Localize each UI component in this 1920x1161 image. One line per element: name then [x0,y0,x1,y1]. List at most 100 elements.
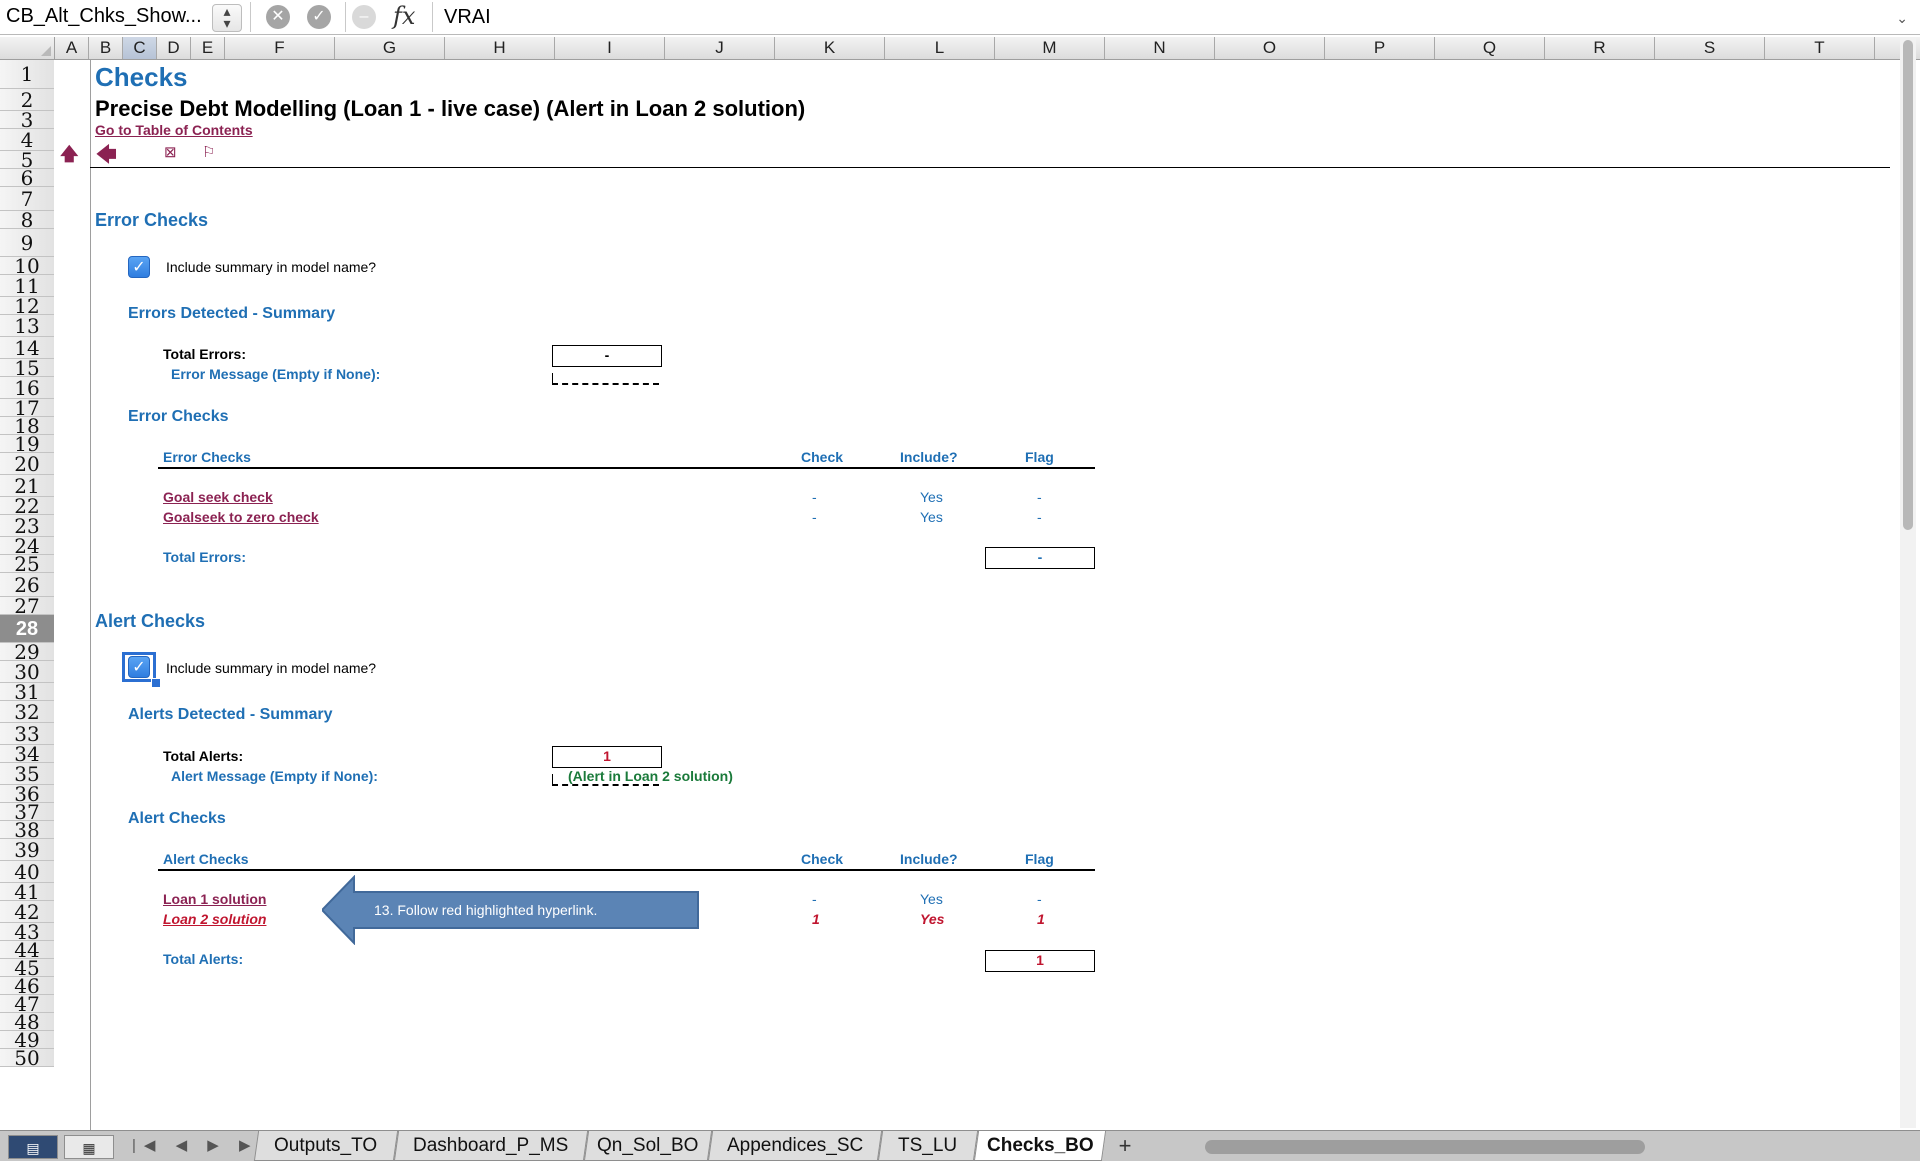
row-header-19[interactable]: 19 [0,435,54,453]
column-header-b[interactable]: B [89,37,123,59]
row-header-12[interactable]: 12 [0,297,54,315]
alert-item-link[interactable]: Loan 1 solution [163,891,266,907]
tab-dashboard-p-ms[interactable]: Dashboard_P_MS [393,1131,589,1161]
tab-qn-sol-bo[interactable]: Qn_Sol_BO [583,1131,713,1161]
alert-summary-checkbox[interactable]: ✓ [128,656,150,678]
column-header-m[interactable]: M [995,37,1105,59]
column-header-s[interactable]: S [1655,37,1765,59]
row-header-1[interactable]: 1 [0,60,54,89]
error-item-link[interactable]: Goal seek check [163,489,273,505]
row-header-34[interactable]: 34 [0,745,54,763]
row-header-36[interactable]: 36 [0,785,54,803]
column-header-e[interactable]: E [191,37,225,59]
error-table-total-value[interactable]: - [985,547,1095,569]
error-summary-checkbox[interactable]: ✓ [128,256,150,278]
fill-handle[interactable] [151,678,161,688]
row-header-3[interactable]: 3 [0,111,54,129]
row-header-33[interactable]: 33 [0,723,54,745]
tab-navigation-buttons[interactable]: |◀ ◀ ▶ ▶| [132,1131,270,1161]
toc-link[interactable]: Go to Table of Contents [95,122,253,138]
row-header-4[interactable]: 4 [0,129,54,151]
row-header-29[interactable]: 29 [0,643,54,661]
total-alerts-value[interactable]: 1 [552,746,662,768]
row-header-17[interactable]: 17 [0,399,54,417]
row-header-16[interactable]: 16 [0,377,54,399]
column-header-r[interactable]: R [1545,37,1655,59]
normal-view-icon[interactable]: ▤ [8,1135,58,1159]
alert-item-link-highlighted[interactable]: Loan 2 solution [163,911,266,927]
cancel-icon[interactable]: ✕ [266,5,290,29]
column-header-t[interactable]: T [1765,37,1875,59]
row-header-35[interactable]: 35 [0,763,54,785]
fx-icon[interactable]: fx [393,0,415,34]
column-header-i[interactable]: I [555,37,665,59]
error-message-field[interactable] [552,373,659,385]
row-header-43[interactable]: 43 [0,923,54,941]
row-header-26[interactable]: 26 [0,573,54,597]
row-header-47[interactable]: 47 [0,995,54,1013]
row-header-6[interactable]: 6 [0,169,54,187]
back-arrow-icon[interactable]: 🡄 [96,140,117,174]
alert-table-total-value[interactable]: 1 [985,950,1095,972]
function-wizard-icon[interactable]: – [352,5,376,29]
row-header-49[interactable]: 49 [0,1031,54,1049]
row-header-18[interactable]: 18 [0,417,54,435]
tab-checks-bo[interactable]: Checks_BO [973,1131,1107,1161]
row-header-45[interactable]: 45 [0,959,54,977]
row-header-38[interactable]: 38 [0,821,54,839]
row-header-37[interactable]: 37 [0,803,54,821]
row-header-20[interactable]: 20 [0,453,54,475]
up-arrow-icon[interactable]: 🡅 [60,142,79,172]
tab-outputs-to[interactable]: Outputs_TO [253,1131,399,1161]
column-header-h[interactable]: H [445,37,555,59]
row-header-7[interactable]: 7 [0,187,54,211]
tab-appendices-sc[interactable]: Appendices_SC [707,1131,883,1161]
column-header-f[interactable]: F [225,37,335,59]
error-item-link[interactable]: Goalseek to zero check [163,509,319,525]
row-header-44[interactable]: 44 [0,941,54,959]
total-errors-value[interactable]: - [552,345,662,367]
row-header-42[interactable]: 42 [0,901,54,923]
row-header-13[interactable]: 13 [0,315,54,337]
row-header-30[interactable]: 30 [0,661,54,683]
row-header-46[interactable]: 46 [0,977,54,995]
page-layout-view-icon[interactable]: ▦ [64,1135,114,1159]
row-header-40[interactable]: 40 [0,861,54,883]
row-header-9[interactable]: 9 [0,229,54,257]
column-header-c[interactable]: C [123,37,157,59]
row-header-14[interactable]: 14 [0,337,54,359]
column-header-j[interactable]: J [665,37,775,59]
column-header-k[interactable]: K [775,37,885,59]
row-header-24[interactable]: 24 [0,537,54,555]
column-header-q[interactable]: Q [1435,37,1545,59]
column-header-d[interactable]: D [157,37,191,59]
expand-formula-bar-icon[interactable]: ⌄ [1896,10,1908,27]
row-header-11[interactable]: 11 [0,275,54,297]
row-header-22[interactable]: 22 [0,497,54,515]
row-header-8[interactable]: 8 [0,211,54,229]
tab-ts-lu[interactable]: TS_LU [877,1131,979,1161]
row-header-32[interactable]: 32 [0,701,54,723]
row-header-50[interactable]: 50 [0,1049,54,1067]
column-header-l[interactable]: L [885,37,995,59]
vertical-scrollbar[interactable] [1900,38,1916,1128]
vertical-scroll-thumb[interactable] [1903,40,1913,530]
formula-input[interactable]: VRAI [444,0,491,34]
flag-icon[interactable]: ⚐ [202,143,215,161]
column-header-n[interactable]: N [1105,37,1215,59]
row-header-28[interactable]: 28 [0,615,54,643]
row-header-41[interactable]: 41 [0,883,54,901]
row-header-21[interactable]: 21 [0,475,54,497]
column-header-g[interactable]: G [335,37,445,59]
row-header-31[interactable]: 31 [0,683,54,701]
enter-icon[interactable]: ✓ [307,5,331,29]
select-all-corner[interactable] [0,37,55,59]
column-header-p[interactable]: P [1325,37,1435,59]
row-header-25[interactable]: 25 [0,555,54,573]
row-header-2[interactable]: 2 [0,89,54,111]
name-box[interactable]: CB_Alt_Chks_Show... [0,2,208,30]
row-header-27[interactable]: 27 [0,597,54,615]
row-header-15[interactable]: 15 [0,359,54,377]
row-header-5[interactable]: 5 [0,151,54,169]
close-box-icon[interactable]: ⊠ [164,143,177,161]
